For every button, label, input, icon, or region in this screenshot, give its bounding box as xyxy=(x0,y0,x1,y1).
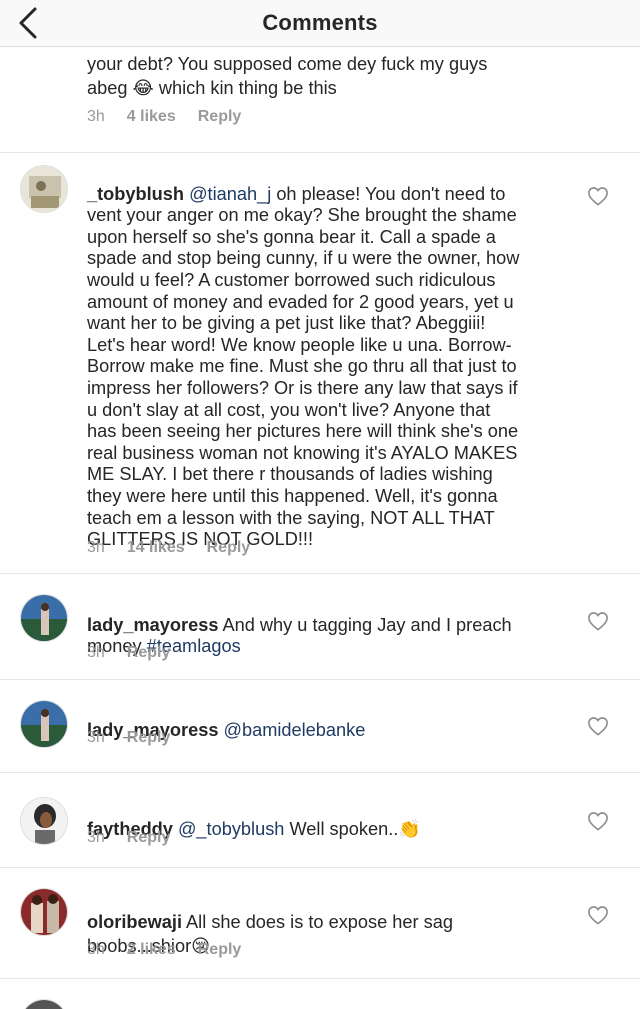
comment-meta: 3h 14 likes Reply xyxy=(87,539,250,557)
comment-time: 3h xyxy=(87,941,105,958)
reply-button[interactable]: Reply xyxy=(127,644,171,662)
comment-time: 3h xyxy=(87,729,105,746)
comment-item: faytheddy @_tobyblush Well spoken..👏 3h … xyxy=(0,773,640,868)
heart-icon[interactable] xyxy=(587,611,609,631)
avatar[interactable] xyxy=(20,999,68,1009)
heart-icon[interactable] xyxy=(587,716,609,736)
comment-item: lady_mayoress And why u tagging Jay and … xyxy=(0,574,640,680)
comment-mention[interactable]: @bamidelebanke xyxy=(224,720,366,740)
comment-username[interactable]: oloribewaji xyxy=(87,912,182,932)
comment-item: your debt? You supposed come dey fuck my… xyxy=(0,47,640,153)
likes-count[interactable]: 2 likes xyxy=(127,941,176,959)
likes-count[interactable]: 4 likes xyxy=(127,108,176,126)
comment-mention[interactable]: @_tobyblush xyxy=(178,819,284,839)
heart-icon[interactable] xyxy=(587,905,609,925)
reply-button[interactable]: Reply xyxy=(198,108,242,126)
comment-item: oloribewaji All she does is to expose he… xyxy=(0,868,640,979)
comment-text: your debt? You supposed come dey fuck my… xyxy=(87,54,488,98)
avatar[interactable] xyxy=(20,594,68,642)
comment-body: Well spoken..👏 xyxy=(284,818,421,839)
comment-time: 3h xyxy=(87,108,105,125)
comment-time: 3h xyxy=(87,829,105,846)
comment-item xyxy=(0,979,640,1009)
comment-item: _tobyblush @tianah_j oh please! You don'… xyxy=(0,153,640,574)
comment-text: _tobyblush @tianah_j oh please! You don'… xyxy=(87,162,577,551)
reply-button[interactable]: Reply xyxy=(207,539,251,557)
comment-body: oh please! You don't need to vent your a… xyxy=(87,183,520,550)
heart-icon[interactable] xyxy=(587,186,609,206)
avatar[interactable] xyxy=(20,888,68,936)
page-title: Comments xyxy=(262,10,378,35)
chevron-left-icon xyxy=(19,7,37,39)
comment-username[interactable]: _tobyblush xyxy=(87,184,184,204)
avatar[interactable] xyxy=(20,165,68,213)
comments-header: Comments xyxy=(0,0,640,47)
comment-mention[interactable]: @tianah_j xyxy=(189,184,271,204)
comment-meta: 3h Reply xyxy=(87,644,170,662)
back-button[interactable] xyxy=(18,6,58,40)
comment-meta: 3h Reply xyxy=(87,829,170,847)
comment-username[interactable]: lady_mayoress xyxy=(87,615,218,635)
comment-meta: 3h 4 likes Reply xyxy=(87,108,241,126)
reply-button[interactable]: Reply xyxy=(198,941,242,959)
comment-meta: 3h 2 likes Reply xyxy=(87,941,241,959)
reply-button[interactable]: Reply xyxy=(127,829,171,847)
comment-time: 3h xyxy=(87,539,105,556)
avatar[interactable] xyxy=(20,797,68,845)
heart-icon[interactable] xyxy=(587,811,609,831)
likes-count[interactable]: 14 likes xyxy=(127,539,185,557)
comment-meta: 3h Reply xyxy=(87,729,170,747)
reply-button[interactable]: Reply xyxy=(127,729,171,747)
avatar[interactable] xyxy=(20,700,68,748)
comments-list: your debt? You supposed come dey fuck my… xyxy=(0,47,640,1009)
comment-time: 3h xyxy=(87,644,105,661)
comment-item: lady_mayoress @bamidelebanke 3h Reply xyxy=(0,680,640,773)
